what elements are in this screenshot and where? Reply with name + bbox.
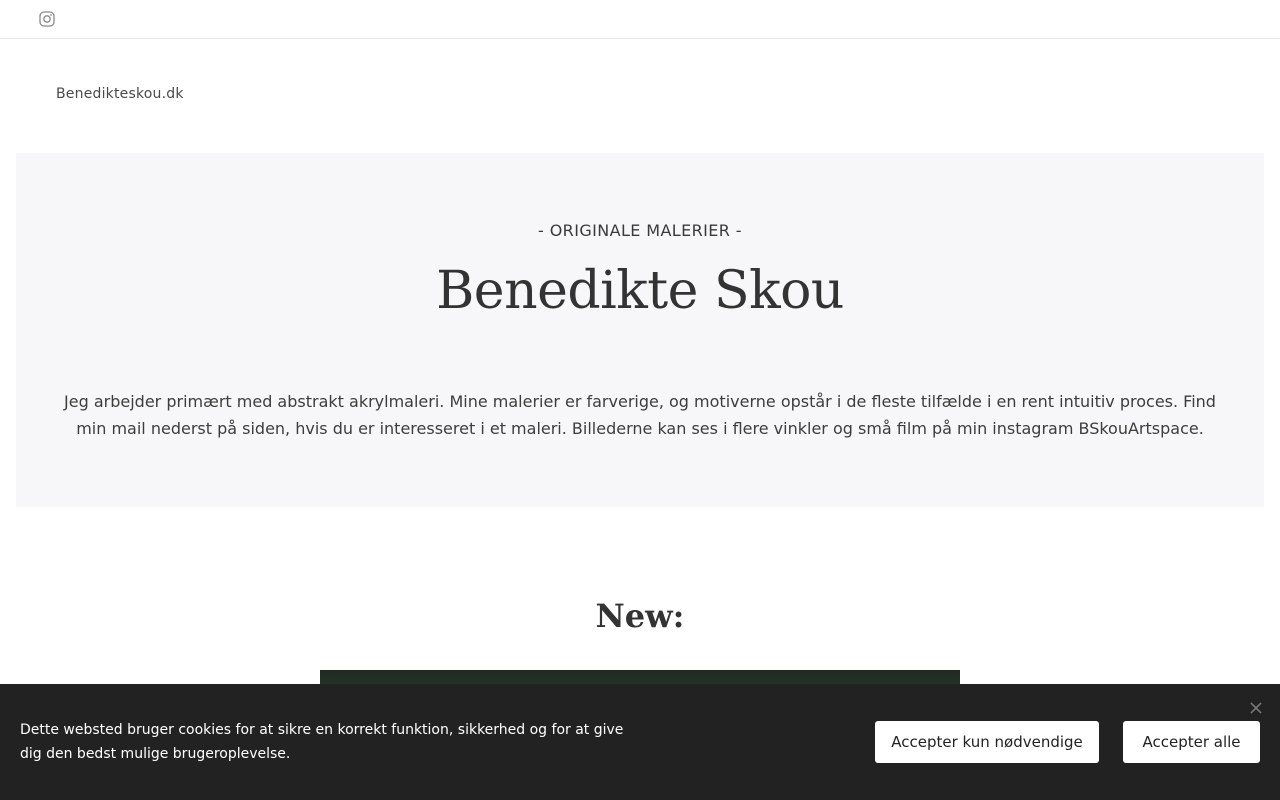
cookie-message: Dette websted bruger cookies for at sikr… — [20, 722, 624, 762]
accept-necessary-button[interactable]: Accepter kun nødvendige — [875, 721, 1099, 763]
hero-section: - ORIGINALE MALERIER - Benedikte Skou Je… — [16, 153, 1264, 507]
instagram-icon[interactable] — [39, 11, 55, 27]
top-bar — [0, 0, 1280, 39]
close-icon[interactable] — [1247, 699, 1265, 717]
cookie-banner: Dette websted bruger cookies for at sikr… — [0, 684, 1280, 800]
site-name-link[interactable]: Benedikteskou.dk — [56, 86, 184, 102]
hero-description: Jeg arbejder primært med abstrakt akrylm… — [64, 392, 1216, 438]
page-title: Benedikte Skou — [436, 261, 844, 321]
hero-kicker: - ORIGINALE MALERIER - — [538, 221, 742, 240]
section-title: New: — [595, 597, 685, 635]
accept-all-button[interactable]: Accepter alle — [1123, 721, 1260, 763]
